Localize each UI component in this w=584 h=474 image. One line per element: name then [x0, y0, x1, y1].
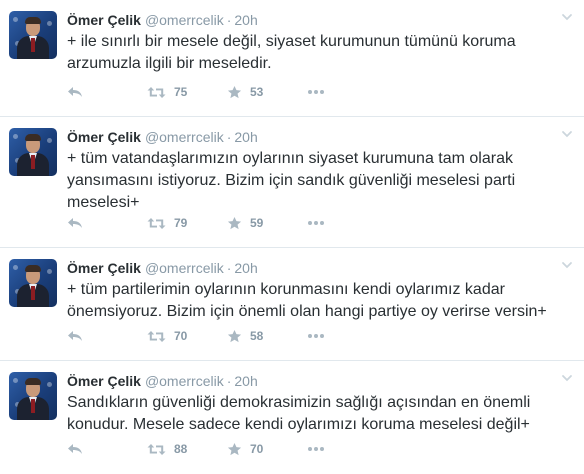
tweet-text: + ile sınırlı bir mesele değil, siyaset …	[67, 33, 516, 72]
author-name[interactable]: Ömer Çelik	[67, 12, 141, 28]
separator-dot: ·	[226, 12, 232, 28]
avatar[interactable]	[9, 11, 57, 59]
favorite-count: 53	[250, 85, 264, 99]
tweet[interactable]: Ömer Çelik @omerrcelik · 20h + ile sınırlı …	[0, 0, 584, 117]
retweet-count: 79	[174, 216, 188, 230]
reply-icon	[68, 444, 82, 454]
retweet-icon	[147, 330, 166, 342]
favorite-count: 59	[250, 216, 264, 230]
favorite-count: 70	[250, 442, 264, 456]
tweet-header: Ömer Çelik @omerrcelik · 20h	[67, 259, 258, 277]
more-icon	[308, 334, 324, 338]
reply-button[interactable]	[67, 214, 83, 232]
tweet[interactable]: Ömer Çelik @omerrcelik · 20h + tüm vatandaş…	[0, 117, 584, 248]
retweet-count: 88	[174, 442, 188, 456]
tweet-timestamp[interactable]: 20h	[234, 129, 257, 145]
retweet-icon	[147, 217, 166, 229]
tweet-actions: 75 53	[67, 83, 337, 101]
more-icon	[308, 221, 324, 225]
favorite-button[interactable]: 53	[227, 83, 263, 101]
tweet-timeline: Ömer Çelik @omerrcelik · 20h + ile sınırlı …	[0, 0, 584, 474]
star-icon	[227, 85, 242, 98]
chevron-down-icon[interactable]	[560, 258, 574, 272]
avatar[interactable]	[9, 128, 57, 176]
star-icon	[227, 329, 242, 342]
star-icon	[227, 216, 242, 229]
chevron-down-icon[interactable]	[560, 371, 574, 385]
tweet-text: Sandıkların güvenliği demokrasimizin sağ…	[67, 394, 531, 433]
chevron-down-icon[interactable]	[560, 127, 574, 141]
more-icon	[308, 90, 324, 94]
reply-button[interactable]	[67, 440, 83, 458]
reply-button[interactable]	[67, 83, 83, 101]
separator-dot: ·	[226, 129, 232, 145]
author-handle[interactable]: @omerrcelik	[145, 12, 224, 28]
separator-dot: ·	[226, 260, 232, 276]
favorite-count: 58	[250, 329, 264, 343]
tweet-actions: 70 58	[67, 327, 337, 345]
retweet-button[interactable]: 88	[147, 440, 187, 458]
tweet[interactable]: Ömer Çelik @omerrcelik · 20h Sandıkların gü…	[0, 361, 584, 474]
author-name[interactable]: Ömer Çelik	[67, 129, 141, 145]
avatar[interactable]	[9, 372, 57, 420]
author-name[interactable]: Ömer Çelik	[67, 373, 141, 389]
chevron-down-icon[interactable]	[560, 10, 574, 24]
star-icon	[227, 442, 242, 455]
tweet-timestamp[interactable]: 20h	[234, 12, 257, 28]
author-name[interactable]: Ömer Çelik	[67, 260, 141, 276]
reply-button[interactable]	[67, 327, 83, 345]
tweet-actions: 88 70	[67, 440, 337, 458]
separator-dot: ·	[226, 373, 232, 389]
reply-icon	[68, 218, 82, 228]
more-button[interactable]	[307, 214, 325, 232]
tweet-text: + tüm vatandaşlarımızın oylarının siyase…	[67, 150, 516, 211]
reply-icon	[68, 331, 82, 341]
retweet-button[interactable]: 70	[147, 327, 187, 345]
author-handle[interactable]: @omerrcelik	[145, 260, 224, 276]
tweet[interactable]: Ömer Çelik @omerrcelik · 20h + tüm partiler…	[0, 248, 584, 361]
favorite-button[interactable]: 59	[227, 214, 263, 232]
more-icon	[308, 447, 324, 451]
retweet-icon	[147, 443, 166, 455]
tweet-header: Ömer Çelik @omerrcelik · 20h	[67, 11, 258, 29]
tweet-timestamp[interactable]: 20h	[234, 373, 257, 389]
tweet-timestamp[interactable]: 20h	[234, 260, 257, 276]
author-handle[interactable]: @omerrcelik	[145, 129, 224, 145]
tweet-header: Ömer Çelik @omerrcelik · 20h	[67, 128, 258, 146]
retweet-count: 75	[174, 85, 188, 99]
more-button[interactable]	[307, 327, 325, 345]
favorite-button[interactable]: 58	[227, 327, 263, 345]
tweet-text: + tüm partilerimin oylarının korunmasını…	[67, 281, 547, 320]
retweet-button[interactable]: 75	[147, 83, 187, 101]
avatar[interactable]	[9, 259, 57, 307]
more-button[interactable]	[307, 83, 325, 101]
retweet-count: 70	[174, 329, 188, 343]
retweet-icon	[147, 86, 166, 98]
retweet-button[interactable]: 79	[147, 214, 187, 232]
reply-icon	[68, 87, 82, 97]
tweet-actions: 79 59	[67, 214, 337, 232]
author-handle[interactable]: @omerrcelik	[145, 373, 224, 389]
tweet-header: Ömer Çelik @omerrcelik · 20h	[67, 372, 258, 390]
more-button[interactable]	[307, 440, 325, 458]
favorite-button[interactable]: 70	[227, 440, 263, 458]
